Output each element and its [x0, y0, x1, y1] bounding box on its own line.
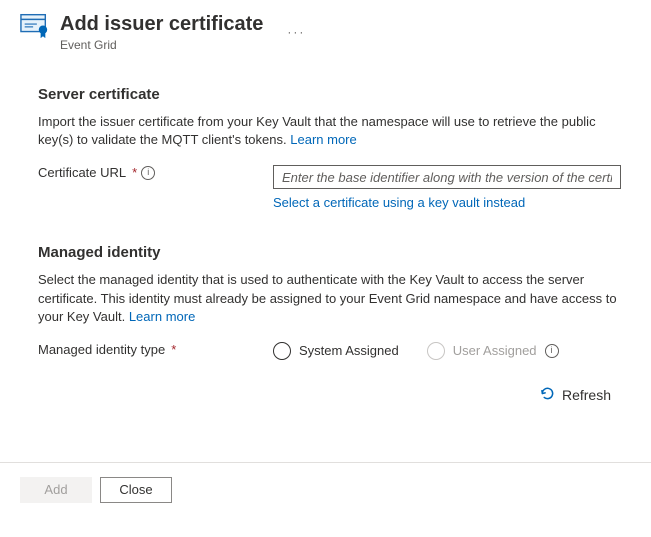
select-keyvault-link[interactable]: Select a certificate using a key vault i…: [273, 195, 525, 210]
radio-system-label: System Assigned: [299, 343, 399, 358]
identity-type-radio-group: System Assigned User Assigned i: [273, 342, 621, 360]
required-asterisk: *: [132, 165, 137, 180]
info-icon[interactable]: i: [141, 166, 155, 180]
radio-circle-icon: [427, 342, 445, 360]
managed-identity-section: Managed identity Select the managed iden…: [20, 244, 631, 404]
add-issuer-pane: Add issuer certificate Event Grid ··· Se…: [0, 0, 651, 424]
close-button[interactable]: Close: [100, 477, 172, 503]
footer-bar: Add Close: [0, 463, 651, 517]
managed-identity-learn-more-link[interactable]: Learn more: [129, 309, 195, 324]
add-button: Add: [20, 477, 92, 503]
server-cert-learn-more-link[interactable]: Learn more: [290, 132, 356, 147]
managed-identity-heading: Managed identity: [38, 244, 621, 261]
refresh-button[interactable]: Refresh: [540, 386, 611, 404]
certificate-url-label-text: Certificate URL: [38, 165, 126, 180]
page-title: Add issuer certificate: [60, 12, 263, 37]
managed-identity-type-label: Managed identity type *: [38, 342, 273, 357]
radio-user-label: User Assigned: [453, 343, 537, 358]
certificate-url-input[interactable]: [273, 165, 621, 189]
managed-identity-desc-text: Select the managed identity that is used…: [38, 272, 617, 323]
page-subtitle: Event Grid: [60, 38, 263, 52]
managed-identity-type-label-text: Managed identity type: [38, 342, 165, 357]
managed-identity-description: Select the managed identity that is used…: [38, 271, 621, 326]
more-menu-button[interactable]: ···: [287, 25, 305, 39]
radio-system-assigned[interactable]: System Assigned: [273, 342, 399, 360]
server-certificate-section: Server certificate Import the issuer cer…: [20, 86, 631, 210]
server-cert-description: Import the issuer certificate from your …: [38, 113, 621, 149]
radio-user-assigned: User Assigned i: [427, 342, 559, 360]
refresh-label: Refresh: [562, 387, 611, 403]
required-asterisk: *: [171, 342, 176, 357]
managed-identity-type-row: Managed identity type * System Assigned …: [38, 342, 621, 360]
title-bar: Add issuer certificate Event Grid ···: [20, 12, 631, 52]
radio-circle-icon: [273, 342, 291, 360]
certificate-url-label: Certificate URL * i: [38, 165, 273, 180]
refresh-icon: [540, 386, 555, 404]
info-icon[interactable]: i: [545, 344, 559, 358]
server-cert-heading: Server certificate: [38, 86, 621, 103]
certificate-icon: [20, 12, 50, 41]
certificate-url-row: Certificate URL * i Select a certificate…: [38, 165, 621, 210]
